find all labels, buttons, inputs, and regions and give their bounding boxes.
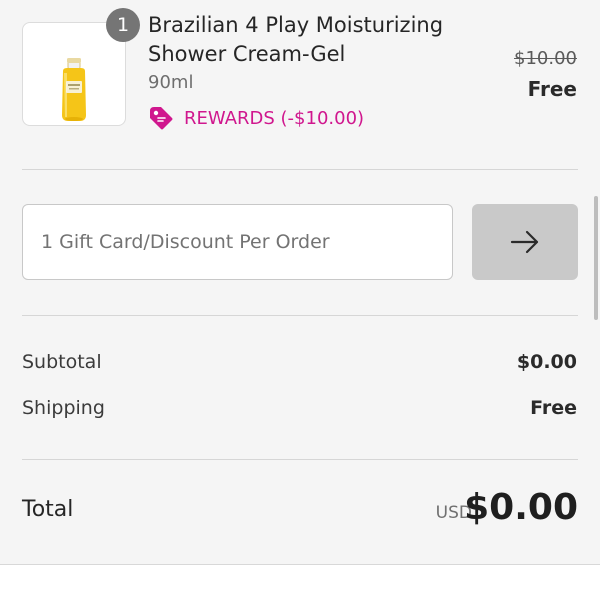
page-footer: [0, 564, 600, 601]
shipping-label: Shipping: [22, 397, 105, 419]
scrollbar[interactable]: [594, 196, 598, 320]
rewards-label: REWARDS (-$10.00): [184, 107, 365, 129]
subtotal-label: Subtotal: [22, 351, 102, 373]
divider: [22, 459, 578, 460]
quantity-badge: 1: [106, 8, 140, 42]
shower-gel-bottle-image: [62, 58, 86, 121]
order-summary: 1 Brazilian 4 Play Moisturizing Shower C…: [0, 0, 600, 564]
divider: [22, 169, 578, 170]
product-name: Brazilian 4 Play Moisturizing Shower Cre…: [148, 13, 444, 66]
product-thumbnail: [22, 22, 126, 126]
divider: [22, 315, 578, 316]
total-value: $0.00: [464, 487, 578, 528]
apply-discount-button[interactable]: [472, 204, 578, 280]
price-tag-icon: [150, 107, 173, 130]
product-variant: 90ml: [148, 72, 194, 93]
total-label: Total: [22, 497, 74, 522]
shipping-value: Free: [530, 397, 577, 419]
subtotal-value: $0.00: [516, 351, 577, 373]
rewards-discount: REWARDS (-$10.00): [148, 106, 364, 130]
discount-code-input[interactable]: [22, 204, 453, 280]
arrow-right-icon: [510, 230, 539, 254]
original-price: $10.00: [514, 48, 577, 69]
item-price: Free: [527, 77, 577, 101]
